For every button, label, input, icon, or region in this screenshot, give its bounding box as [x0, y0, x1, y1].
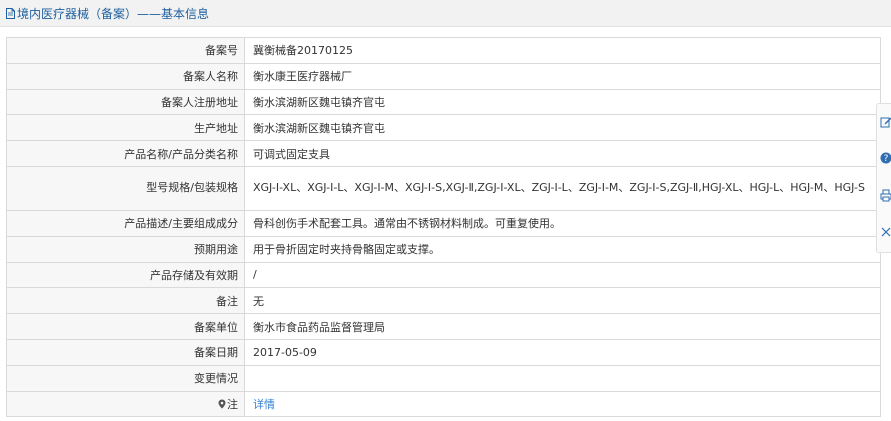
- field-value: /: [244, 261, 881, 289]
- print-icon[interactable]: [880, 188, 891, 202]
- field-value: 衡水康王医疗器械厂: [244, 62, 881, 90]
- field-label: 备案号: [6, 37, 245, 64]
- table-row: 备案号 冀衡械备20170125: [6, 37, 881, 64]
- field-value: 衡水市食品药品监督管理局: [244, 313, 881, 340]
- field-value: 用于骨折固定时夹持骨骼固定或支撑。: [244, 235, 881, 263]
- field-value: 冀衡械备20170125: [244, 37, 881, 64]
- note-label-cell: 注: [6, 390, 245, 418]
- table-row: 生产地址 衡水滨湖新区魏屯镇齐官屯: [6, 114, 881, 142]
- field-value: 衡水滨湖新区魏屯镇齐官屯: [244, 114, 881, 142]
- table-row: 产品存储及有效期 /: [6, 261, 881, 289]
- close-icon[interactable]: [880, 225, 891, 239]
- svg-text:?: ?: [884, 154, 889, 164]
- basic-info-table: 备案号 冀衡械备20170125 备案人名称 衡水康王医疗器械厂 备案人注册地址…: [6, 37, 881, 418]
- field-label: 备案人注册地址: [6, 88, 245, 116]
- help-icon[interactable]: ?: [880, 151, 891, 165]
- table-row: 型号规格/包装规格 XGJ-Ⅰ-XL、XGJ-Ⅰ-L、XGJ-Ⅰ-M、XGJ-Ⅰ…: [6, 165, 881, 211]
- field-value: [244, 364, 881, 392]
- field-value: 无: [244, 287, 881, 315]
- field-value: 骨科创伤手术配套工具。通常由不锈钢材料制成。可重复使用。: [244, 209, 881, 237]
- table-row: 备案单位 衡水市食品药品监督管理局: [6, 313, 881, 340]
- field-label: 备案人名称: [6, 62, 245, 90]
- field-label: 备案日期: [6, 338, 245, 366]
- table-row: 备注 无: [6, 287, 881, 315]
- edit-icon[interactable]: [880, 115, 891, 129]
- table-row: 备案人名称 衡水康王医疗器械厂: [6, 62, 881, 90]
- table-row: 备案日期 2017-05-09: [6, 338, 881, 366]
- field-label: 预期用途: [6, 235, 245, 263]
- field-label: 备案单位: [6, 313, 245, 340]
- table-row: 产品描述/主要组成成分 骨科创伤手术配套工具。通常由不锈钢材料制成。可重复使用。: [6, 209, 881, 237]
- table-row: 产品名称/产品分类名称 可调式固定支具: [6, 140, 881, 167]
- field-label: 备注: [6, 287, 245, 315]
- field-value: 可调式固定支具: [244, 140, 881, 167]
- field-label: 生产地址: [6, 114, 245, 142]
- field-label: 注: [227, 397, 238, 411]
- field-label: 变更情况: [6, 364, 245, 392]
- field-value: XGJ-Ⅰ-XL、XGJ-Ⅰ-L、XGJ-Ⅰ-M、XGJ-Ⅰ-S,XGJ-Ⅱ,Z…: [244, 165, 881, 211]
- table-row: 变更情况: [6, 364, 881, 392]
- details-link[interactable]: 详情: [253, 398, 275, 411]
- field-label: 产品存储及有效期: [6, 261, 245, 289]
- field-label: 产品描述/主要组成成分: [6, 209, 245, 237]
- table-row: 备案人注册地址 衡水滨湖新区魏屯镇齐官屯: [6, 88, 881, 116]
- side-toolbar: ?: [876, 103, 891, 253]
- document-icon: [6, 7, 15, 19]
- field-value: 2017-05-09: [244, 338, 881, 366]
- field-label: 产品名称/产品分类名称: [6, 140, 245, 167]
- page-header: 境内医疗器械（备案）——基本信息: [0, 0, 891, 27]
- table-row: 预期用途 用于骨折固定时夹持骨骼固定或支撑。: [6, 235, 881, 263]
- field-value: 衡水滨湖新区魏屯镇齐官屯: [244, 88, 881, 116]
- pin-icon: [218, 399, 226, 409]
- table-row: 注 详情: [6, 390, 881, 418]
- field-value: 详情: [244, 390, 881, 418]
- field-label: 型号规格/包装规格: [6, 165, 245, 211]
- page-title: 境内医疗器械（备案）——基本信息: [17, 6, 210, 21]
